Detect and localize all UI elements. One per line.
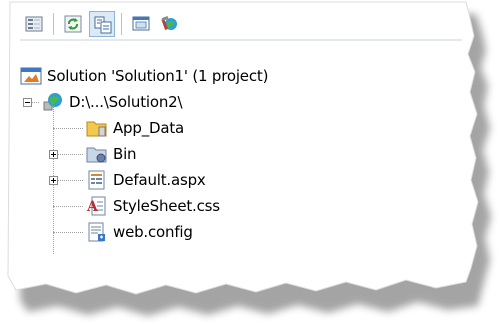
css-file-icon: A [86, 196, 106, 216]
tree-item-web-config[interactable]: web.config [86, 219, 193, 245]
folder-icon [86, 121, 107, 137]
expand-toggle[interactable] [49, 176, 58, 185]
tree-connector [53, 128, 83, 129]
properties-icon [25, 16, 43, 32]
solution-icon [20, 67, 42, 85]
view-in-browser-button[interactable] [128, 11, 154, 37]
tree-connector [53, 232, 83, 233]
tree-item-label: D:\...\Solution2\ [69, 93, 183, 111]
toolbar-separator [121, 13, 122, 35]
tree-item-label: Solution 'Solution1' (1 project) [47, 67, 269, 85]
tree-item-label: Default.aspx [113, 171, 206, 189]
tree-connector [53, 206, 83, 207]
refresh-button[interactable] [60, 11, 86, 37]
tree-item-label: web.config [113, 223, 193, 241]
expand-toggle[interactable] [49, 150, 58, 159]
tree-item-label: StyleSheet.css [113, 197, 220, 215]
tree-item-label: App_Data [113, 119, 185, 137]
tree-item-app-data[interactable]: App_Data [86, 115, 184, 141]
asp-net-configuration-icon [161, 16, 177, 30]
refresh-icon [64, 15, 82, 33]
nest-related-files-icon [94, 16, 112, 34]
solution-explorer-panel: Solution 'Solution1' (1 project) D:\...\… [14, 4, 466, 266]
screenshot-stage: Solution 'Solution1' (1 project) D:\...\… [0, 0, 499, 324]
nest-related-files-button[interactable] [89, 11, 115, 37]
tree-item-label: Bin [113, 145, 137, 163]
tree-item-solution[interactable]: Solution 'Solution1' (1 project) [20, 63, 268, 89]
tree-item-project[interactable]: D:\...\Solution2\ [42, 89, 183, 115]
properties-button[interactable] [21, 11, 47, 37]
config-file-icon [88, 222, 105, 242]
asp-net-configuration-button[interactable] [157, 11, 183, 37]
bin-folder-icon [86, 147, 107, 163]
tree-item-bin[interactable]: Bin [86, 141, 137, 167]
collapse-toggle[interactable] [23, 98, 32, 107]
tree-item-stylesheet-css[interactable]: A StyleSheet.css [86, 193, 220, 219]
tree-item-default-aspx[interactable]: Default.aspx [86, 167, 206, 193]
web-project-icon [43, 93, 62, 111]
toolbar-separator [53, 13, 54, 35]
aspx-file-icon [88, 170, 105, 190]
svg-text:A: A [86, 199, 99, 215]
view-in-browser-icon [132, 16, 150, 31]
solution-explorer-toolbar [14, 4, 466, 44]
